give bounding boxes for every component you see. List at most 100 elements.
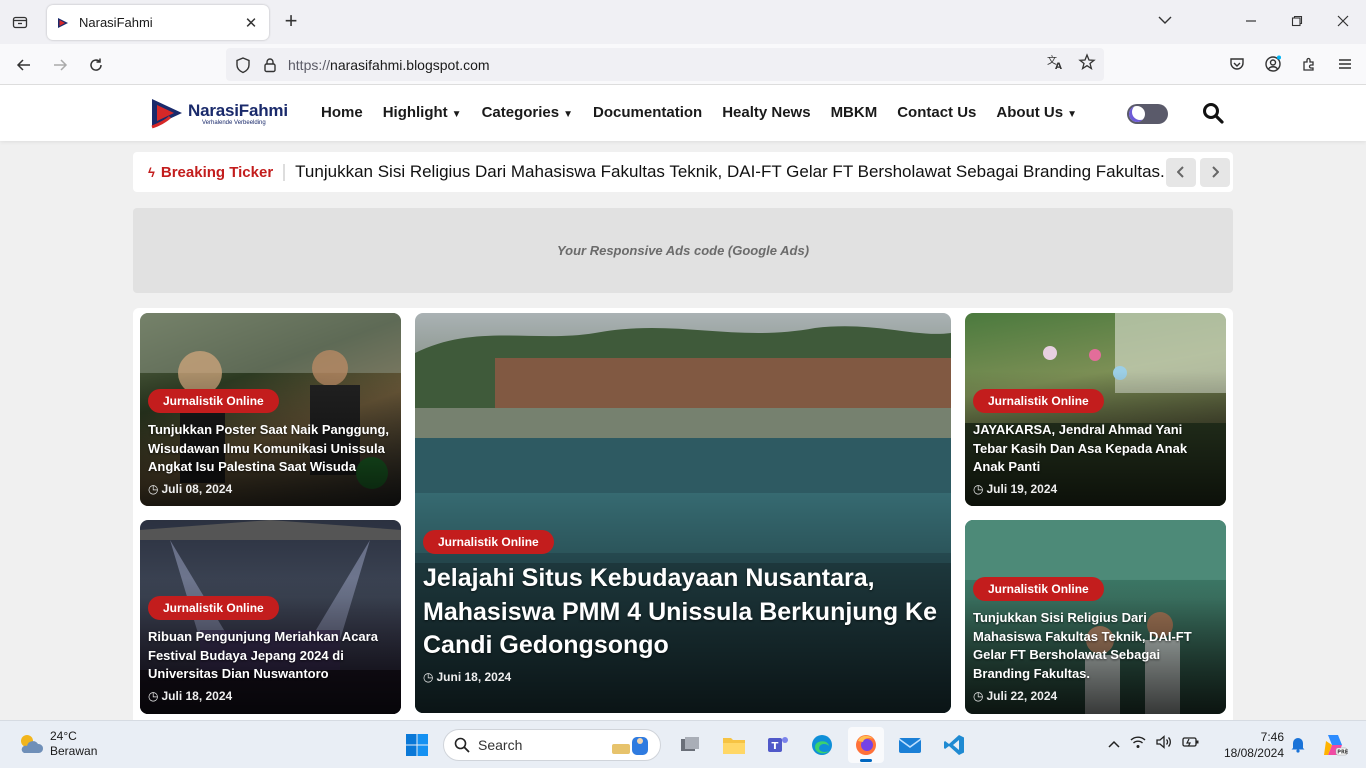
copilot-icon[interactable]: PRE	[1322, 733, 1349, 762]
translate-icon[interactable]: 文A	[1046, 53, 1064, 76]
logo-play-icon	[151, 99, 182, 129]
chevron-up-icon[interactable]	[1108, 736, 1120, 751]
post-card[interactable]: Jurnalistik Online Ribuan Pengunjung Mer…	[140, 520, 401, 714]
menu-item-documentation[interactable]: Documentation	[593, 104, 702, 121]
post-date: ◷ Juni 18, 2024	[423, 670, 512, 684]
ticker-headline[interactable]: Tunjukkan Sisi Religius Dari Mahasiswa F…	[295, 162, 1166, 182]
address-bar[interactable]: https://narasifahmi.blogspot.com 文A	[226, 48, 1104, 81]
clock-time: 7:46	[1260, 730, 1284, 744]
taskbar-search-box[interactable]: Search	[443, 729, 661, 761]
file-explorer-icon[interactable]	[716, 727, 752, 763]
ticker-next-button[interactable]	[1200, 157, 1230, 187]
clock-icon: ◷	[973, 482, 984, 496]
firefox-icon[interactable]	[848, 727, 884, 763]
post-date: ◷ Juli 18, 2024	[148, 689, 233, 703]
post-category-tag[interactable]: Jurnalistik Online	[148, 389, 279, 413]
system-tray	[1108, 735, 1200, 752]
close-window-icon[interactable]	[1320, 14, 1366, 30]
menu-item-contact-us[interactable]: Contact Us	[897, 104, 976, 121]
ads-placeholder: Your Responsive Ads code (Google Ads)	[133, 208, 1233, 293]
ticker-prev-button[interactable]	[1166, 157, 1196, 187]
svg-text:T: T	[772, 741, 779, 752]
url-text[interactable]: https://narasifahmi.blogspot.com	[288, 57, 1046, 73]
edge-browser-icon[interactable]	[804, 727, 840, 763]
bookmark-star-icon[interactable]	[1078, 53, 1096, 76]
ticker-label: ϟ Breaking Ticker	[148, 163, 286, 181]
moon-icon	[1129, 106, 1145, 122]
post-date: ◷ Juli 22, 2024	[973, 689, 1058, 703]
mail-icon[interactable]	[892, 727, 928, 763]
taskbar-clock[interactable]: 7:46 18/08/2024	[1214, 729, 1284, 761]
battery-icon[interactable]	[1182, 735, 1200, 752]
chevron-down-icon: ▼	[451, 109, 462, 120]
post-category-tag[interactable]: Jurnalistik Online	[148, 596, 279, 620]
post-card[interactable]: Jurnalistik Online Tunjukkan Poster Saat…	[140, 313, 401, 506]
menu-item-home[interactable]: Home	[321, 104, 363, 121]
site-logo[interactable]: NarasiFahmi Verhalende Verbeelding	[148, 95, 288, 131]
partly-cloudy-icon	[21, 735, 44, 753]
microsoft-teams-icon[interactable]: T	[760, 727, 796, 763]
svg-text:PRE: PRE	[1337, 750, 1348, 756]
notification-bell-icon[interactable]	[1290, 735, 1306, 758]
post-category-tag[interactable]: Jurnalistik Online	[973, 577, 1104, 601]
browser-tab-bar: NarasiFahmi ✕ +	[0, 0, 1366, 44]
search-icon[interactable]	[1202, 102, 1224, 124]
clock-icon: ◷	[148, 689, 159, 703]
menu-item-mbkm[interactable]: MBKM	[831, 104, 878, 121]
lock-icon[interactable]	[262, 57, 278, 73]
logo-name: NarasiFahmi	[188, 100, 288, 120]
new-tab-button[interactable]: +	[280, 10, 302, 32]
post-title[interactable]: Tunjukkan Poster Saat Naik Panggung, Wis…	[148, 421, 393, 477]
post-date: ◷ Juli 19, 2024	[973, 482, 1058, 496]
browser-navigation-bar: https://narasifahmi.blogspot.com 文A	[0, 44, 1366, 85]
clock-icon: ◷	[973, 689, 984, 703]
bolt-icon: ϟ	[148, 164, 155, 180]
post-category-tag[interactable]: Jurnalistik Online	[973, 389, 1104, 413]
post-card-featured[interactable]: Jurnalistik Online Jelajahi Situs Kebuda…	[415, 313, 951, 713]
vscode-icon[interactable]	[936, 727, 972, 763]
weather-widget[interactable]: 24°C Berawan	[16, 729, 97, 759]
pocket-icon[interactable]	[1226, 53, 1248, 75]
post-category-tag[interactable]: Jurnalistik Online	[423, 530, 554, 554]
taskbar: 24°C Berawan Search T 7:46 18/08/2024 PR…	[0, 720, 1366, 768]
post-title[interactable]: Tunjukkan Sisi Religius Dari Mahasiswa F…	[973, 609, 1218, 683]
account-icon[interactable]	[1262, 53, 1284, 75]
chevron-down-icon: ▼	[563, 109, 574, 120]
wifi-icon[interactable]	[1130, 735, 1146, 752]
restore-icon[interactable]	[1274, 14, 1320, 30]
forward-arrow-icon[interactable]	[48, 53, 72, 77]
reload-icon[interactable]	[84, 53, 108, 77]
dark-mode-toggle[interactable]	[1127, 104, 1168, 124]
clock-date: 18/08/2024	[1223, 746, 1284, 760]
minimize-icon[interactable]	[1228, 14, 1274, 30]
tab-close-icon[interactable]: ✕	[243, 14, 259, 32]
list-all-tabs-icon[interactable]	[1158, 12, 1172, 28]
post-title[interactable]: Jelajahi Situs Kebudayaan Nusantara, Mah…	[423, 562, 943, 663]
post-card[interactable]: Jurnalistik Online Tunjukkan Sisi Religi…	[965, 520, 1226, 714]
task-view-icon[interactable]	[672, 727, 708, 763]
browser-tab[interactable]: NarasiFahmi ✕	[47, 5, 269, 40]
tab-title: NarasiFahmi	[79, 15, 153, 30]
menu-item-highlight[interactable]: Highlight ▼	[383, 104, 462, 121]
extensions-icon[interactable]	[1298, 53, 1320, 75]
back-arrow-icon[interactable]	[12, 53, 36, 77]
windows-start-icon[interactable]	[405, 733, 429, 757]
post-card[interactable]: Jurnalistik Online JAYAKARSA, Jendral Ah…	[965, 313, 1226, 506]
site-favicon-icon	[58, 17, 68, 28]
menu-item-about-us[interactable]: About Us ▼	[996, 104, 1077, 121]
tab-list-icon[interactable]	[8, 10, 32, 34]
menu-item-categories[interactable]: Categories ▼	[482, 104, 573, 121]
menu-hamburger-icon[interactable]	[1334, 53, 1356, 75]
web-page: NarasiFahmi Verhalende Verbeelding Home …	[0, 85, 1366, 720]
svg-text:A: A	[1055, 62, 1062, 71]
featured-posts-grid: Jurnalistik Online Tunjukkan Poster Saat…	[133, 308, 1233, 720]
weather-description: Berawan	[50, 744, 98, 758]
post-title[interactable]: JAYAKARSA, Jendral Ahmad Yani Tebar Kasi…	[973, 421, 1218, 477]
chevron-down-icon: ▼	[1067, 109, 1077, 120]
volume-icon[interactable]	[1156, 735, 1172, 752]
weather-temperature: 24°C	[50, 729, 77, 743]
tracking-protection-shield-icon[interactable]	[234, 56, 252, 74]
post-title[interactable]: Ribuan Pengunjung Meriahkan Acara Festiv…	[148, 628, 393, 684]
menu-item-healty-news[interactable]: Healty News	[722, 104, 810, 121]
breaking-ticker: ϟ Breaking Ticker Tunjukkan Sisi Religius…	[133, 152, 1233, 192]
